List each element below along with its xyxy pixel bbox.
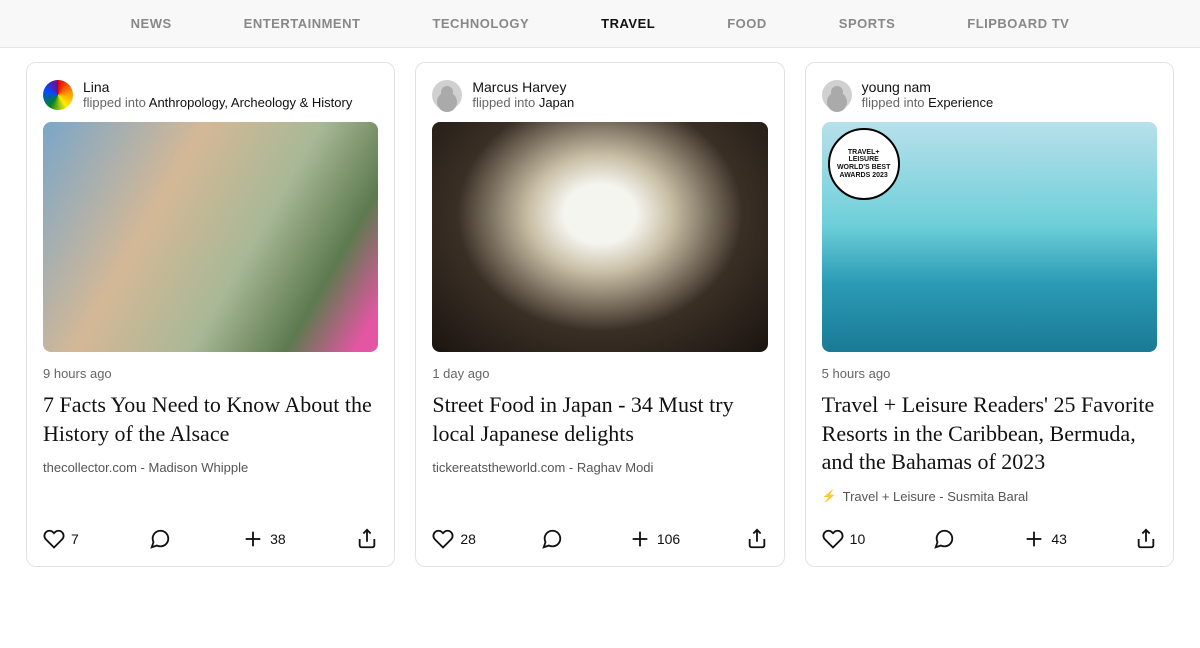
nav-tab-flipboard-tv[interactable]: FLIPBOARD TV (931, 16, 1105, 31)
article-title[interactable]: Travel + Leisure Readers' 25 Favorite Re… (822, 391, 1157, 477)
like-count: 10 (850, 531, 866, 547)
card-actions: 28 106 (432, 522, 767, 550)
timestamp: 5 hours ago (822, 366, 1157, 381)
card-header-text: Lina flipped into Anthropology, Archeolo… (83, 79, 352, 110)
share-icon (746, 528, 768, 550)
like-button[interactable]: 28 (432, 528, 476, 550)
cover-image[interactable]: TRAVEL+ LEISURE WORLD'S BEST AWARDS 2023 (822, 122, 1157, 352)
award-badge: TRAVEL+ LEISURE WORLD'S BEST AWARDS 2023 (828, 128, 900, 200)
avatar[interactable] (43, 80, 73, 110)
article-source[interactable]: thecollector.com - Madison Whipple (43, 460, 378, 475)
heart-icon (822, 528, 844, 550)
article-title[interactable]: Street Food in Japan - 34 Must try local… (432, 391, 767, 448)
plus-icon (242, 528, 264, 550)
card-header[interactable]: Marcus Harvey flipped into Japan (432, 79, 767, 110)
nav-tab-technology[interactable]: TECHNOLOGY (396, 16, 565, 31)
flipped-into: flipped into Japan (472, 95, 574, 110)
cards-row: Lina flipped into Anthropology, Archeolo… (0, 48, 1200, 581)
comment-button[interactable] (933, 528, 955, 550)
share-button[interactable] (746, 528, 768, 550)
nav-tab-news[interactable]: NEWS (95, 16, 208, 31)
nav-tab-food[interactable]: FOOD (691, 16, 803, 31)
article-card: Marcus Harvey flipped into Japan 1 day a… (415, 62, 784, 567)
nav-tab-entertainment[interactable]: ENTERTAINMENT (208, 16, 397, 31)
flipped-prefix: flipped into (83, 95, 149, 110)
flip-count: 43 (1051, 531, 1067, 547)
share-icon (356, 528, 378, 550)
username[interactable]: young nam (862, 79, 994, 95)
timestamp: 9 hours ago (43, 366, 378, 381)
heart-icon (43, 528, 65, 550)
like-button[interactable]: 7 (43, 528, 79, 550)
card-header[interactable]: Lina flipped into Anthropology, Archeolo… (43, 79, 378, 110)
flip-button[interactable]: 38 (242, 528, 286, 550)
share-icon (1135, 528, 1157, 550)
card-header-text: Marcus Harvey flipped into Japan (472, 79, 574, 110)
magazine-link[interactable]: Japan (539, 95, 574, 110)
comment-icon (149, 528, 171, 550)
article-source[interactable]: tickereatstheworld.com - Raghav Modi (432, 460, 767, 475)
share-button[interactable] (356, 528, 378, 550)
article-source[interactable]: ⚡ Travel + Leisure - Susmita Baral (822, 489, 1157, 504)
top-nav: NEWS ENTERTAINMENT TECHNOLOGY TRAVEL FOO… (0, 0, 1200, 48)
card-header[interactable]: young nam flipped into Experience (822, 79, 1157, 110)
card-actions: 7 38 (43, 522, 378, 550)
magazine-link[interactable]: Experience (928, 95, 993, 110)
nav-tab-sports[interactable]: SPORTS (803, 16, 931, 31)
flip-button[interactable]: 43 (1023, 528, 1067, 550)
like-count: 7 (71, 531, 79, 547)
cover-image[interactable] (43, 122, 378, 352)
share-button[interactable] (1135, 528, 1157, 550)
avatar[interactable] (822, 80, 852, 110)
card-actions: 10 43 (822, 522, 1157, 550)
plus-icon (629, 528, 651, 550)
flipped-prefix: flipped into (472, 95, 539, 110)
comment-button[interactable] (541, 528, 563, 550)
heart-icon (432, 528, 454, 550)
article-card: Lina flipped into Anthropology, Archeolo… (26, 62, 395, 567)
card-header-text: young nam flipped into Experience (862, 79, 994, 110)
flipped-prefix: flipped into (862, 95, 929, 110)
comment-icon (933, 528, 955, 550)
like-button[interactable]: 10 (822, 528, 866, 550)
flipped-into: flipped into Anthropology, Archeology & … (83, 95, 352, 110)
flip-count: 38 (270, 531, 286, 547)
flip-button[interactable]: 106 (629, 528, 680, 550)
nav-tab-travel[interactable]: TRAVEL (565, 16, 691, 31)
article-card: young nam flipped into Experience TRAVEL… (805, 62, 1174, 567)
comment-icon (541, 528, 563, 550)
plus-icon (1023, 528, 1045, 550)
cover-image[interactable] (432, 122, 767, 352)
flip-count: 106 (657, 531, 680, 547)
avatar[interactable] (432, 80, 462, 110)
flipped-into: flipped into Experience (862, 95, 994, 110)
article-title[interactable]: 7 Facts You Need to Know About the Histo… (43, 391, 378, 448)
like-count: 28 (460, 531, 476, 547)
magazine-link[interactable]: Anthropology, Archeology & History (149, 95, 353, 110)
username[interactable]: Marcus Harvey (472, 79, 574, 95)
bolt-icon: ⚡ (822, 489, 837, 503)
timestamp: 1 day ago (432, 366, 767, 381)
username[interactable]: Lina (83, 79, 352, 95)
source-text: Travel + Leisure - Susmita Baral (843, 489, 1029, 504)
comment-button[interactable] (149, 528, 171, 550)
